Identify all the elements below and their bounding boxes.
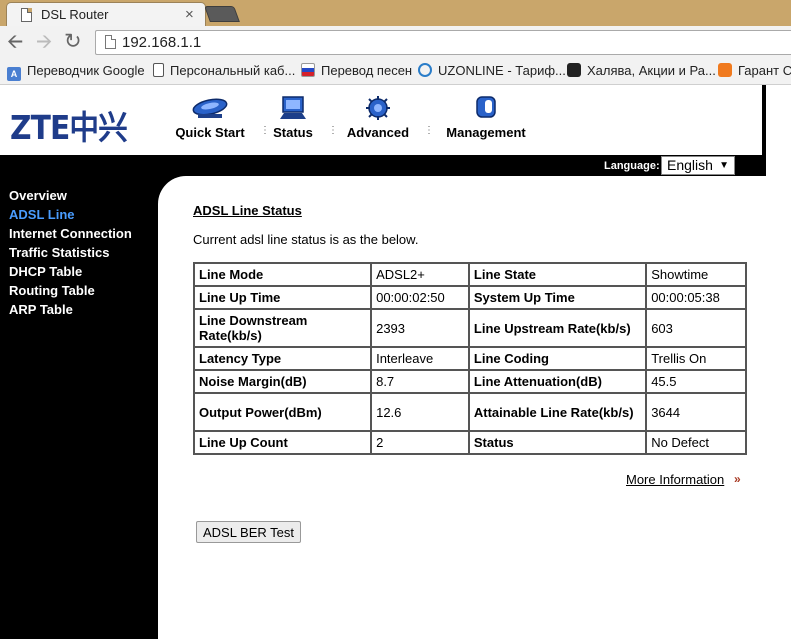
table-label-cell: Line Coding <box>467 346 648 371</box>
sidebar-item-dhcp-table[interactable]: DHCP Table <box>9 264 82 279</box>
table-value-cell: 8.7 <box>370 369 470 394</box>
table-row: Line Up Time 00:00:02:50 System Up Time 00:… <box>192 285 747 310</box>
forward-arrow-icon[interactable]: 🡪 <box>36 32 52 52</box>
adsl-status-table: Line Mode ADSL2+ Line State Showtime Line Up… <box>192 262 747 455</box>
table-value-cell: ADSL2+ <box>370 262 470 287</box>
table-row: Latency Type Interleave Line Coding Trellis… <box>192 346 747 371</box>
table-label-cell: Noise Margin(dB) <box>192 369 373 394</box>
sidebar-item-routing-table[interactable]: Routing Table <box>9 283 95 298</box>
more-information-link[interactable]: More Information <box>626 472 724 487</box>
section-title: ADSL Line Status <box>193 203 302 218</box>
table-label-cell: Line Attenuation(dB) <box>467 369 648 394</box>
browser-tab-bar: DSL Router × <box>0 0 791 26</box>
table-value-cell: Interleave <box>370 346 470 371</box>
bookmark-halyava[interactable]: Халява, Акции и Ра... <box>567 63 716 78</box>
table-label-cell: Line Up Time <box>192 285 373 310</box>
language-label: Language: <box>604 160 660 172</box>
table-value-cell: 12.6 <box>370 392 470 432</box>
bookmark-uzonline[interactable]: UZONLINE - Тариф... <box>418 63 566 78</box>
page-icon <box>21 8 32 22</box>
menu-management[interactable]: Management <box>441 95 531 140</box>
russia-flag-icon <box>301 63 315 77</box>
chevron-down-icon: ▼ <box>719 160 729 171</box>
table-label-cell: Line Upstream Rate(kb/s) <box>467 308 648 348</box>
table-row: Noise Margin(dB) 8.7 Line Attenuation(dB) 4… <box>192 369 747 394</box>
table-label-cell: System Up Time <box>467 285 648 310</box>
zte-logo: ZTE中兴 <box>10 108 128 147</box>
table-row: Line Up Count 2 Status No Defect <box>192 430 747 455</box>
sidebar-item-overview[interactable]: Overview <box>9 188 67 203</box>
intro-text: Current adsl line status is as the below… <box>193 232 419 247</box>
page-icon <box>105 35 116 49</box>
bookmark-google-translate[interactable]: A Переводчик Google <box>7 63 145 81</box>
menu-separator: ⋮ <box>260 125 270 136</box>
table-row: Line Downstream Rate(kb/s) 2393 Line Upstr… <box>192 308 747 348</box>
table-label-cell: Attainable Line Rate(kb/s) <box>467 392 648 432</box>
table-label-cell: Latency Type <box>192 346 373 371</box>
reload-icon[interactable]: ↻ <box>64 31 82 52</box>
language-bar: Language: English ▼ <box>0 155 766 176</box>
new-tab-button[interactable] <box>204 6 240 22</box>
table-value-cell: Trellis On <box>645 346 747 371</box>
table-row: Output Power(dBm) 12.6 Attainable Line Rat… <box>192 392 747 432</box>
google-translate-icon: A <box>7 67 21 81</box>
advanced-gear-icon <box>366 96 390 120</box>
table-value-cell: 00:00:02:50 <box>370 285 470 310</box>
router-page: ZTE中兴 Quick Start ⋮ Status ⋮ Advanced ⋮ … <box>0 85 791 639</box>
sidebar: Overview ADSL Line Internet Connection T… <box>0 176 158 639</box>
table-value-cell: 3644 <box>645 392 747 432</box>
browser-toolbar: 🡨 🡪 ↻ 192.168.1.1 <box>0 26 791 59</box>
menu-status[interactable]: Status <box>270 95 316 140</box>
sidebar-item-internet-connection[interactable]: Internet Connection <box>9 226 132 241</box>
adsl-ber-test-button[interactable]: ADSL BER Test <box>196 521 301 543</box>
bookmark-song-translation[interactable]: Перевод песен <box>301 63 412 78</box>
back-arrow-icon[interactable]: 🡨 <box>7 32 23 52</box>
table-value-cell: 00:00:05:38 <box>645 285 747 310</box>
halyava-icon <box>567 63 581 77</box>
menu-advanced[interactable]: Advanced <box>344 95 412 140</box>
sidebar-item-adsl-line[interactable]: ADSL Line <box>9 207 75 222</box>
router-header: ZTE中兴 Quick Start ⋮ Status ⋮ Advanced ⋮ … <box>0 85 766 155</box>
table-value-cell: 2393 <box>370 308 470 348</box>
uzonline-icon <box>418 63 432 77</box>
bookmark-personal-cabinet[interactable]: Персональный каб... <box>153 63 295 78</box>
page-icon <box>153 63 164 77</box>
table-label-cell: Status <box>467 430 648 455</box>
double-chevron-right-icon: » <box>734 472 741 486</box>
table-label-cell: Line Downstream Rate(kb/s) <box>192 308 373 348</box>
table-label-cell: Line Mode <box>192 262 373 287</box>
tab-title: DSL Router <box>41 7 109 22</box>
table-label-cell: Line Up Count <box>192 430 373 455</box>
main-content: ADSL Line Status Current adsl line statu… <box>158 176 766 639</box>
menu-separator: ⋮ <box>328 125 338 136</box>
browser-tab[interactable]: DSL Router × <box>6 2 206 26</box>
table-value-cell: 45.5 <box>645 369 747 394</box>
tab-close-icon[interactable]: × <box>185 6 194 23</box>
table-value-cell: No Defect <box>645 430 747 455</box>
address-url[interactable]: 192.168.1.1 <box>122 34 201 51</box>
table-label-cell: Line State <box>467 262 648 287</box>
table-value-cell: 603 <box>645 308 747 348</box>
garant-icon <box>718 63 732 77</box>
menu-separator: ⋮ <box>424 125 434 136</box>
quick-start-icon <box>192 98 228 118</box>
bookmarks-bar: A Переводчик Google Персональный каб... П… <box>0 59 791 85</box>
table-row: Line Mode ADSL2+ Line State Showtime <box>192 262 747 287</box>
language-select[interactable]: English ▼ <box>661 156 735 175</box>
status-monitor-icon <box>280 96 306 119</box>
table-value-cell: 2 <box>370 430 470 455</box>
sidebar-item-arp-table[interactable]: ARP Table <box>9 302 73 317</box>
sidebar-item-traffic-statistics[interactable]: Traffic Statistics <box>9 245 109 260</box>
bookmark-garant[interactable]: Гарант Се <box>718 63 791 78</box>
address-bar[interactable]: 192.168.1.1 <box>95 30 791 55</box>
table-value-cell: Showtime <box>645 262 747 287</box>
management-icon <box>476 96 496 118</box>
table-label-cell: Output Power(dBm) <box>192 392 373 432</box>
menu-quick-start[interactable]: Quick Start <box>172 95 248 140</box>
